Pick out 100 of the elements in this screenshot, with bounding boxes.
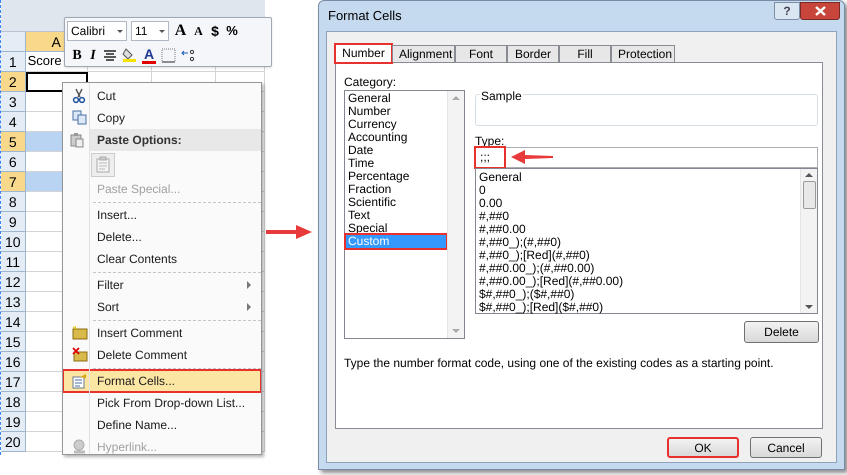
category-item[interactable]: Currency: [346, 118, 446, 131]
menu-item[interactable]: Delete Comment: [63, 344, 261, 366]
row-header[interactable]: 9: [1, 212, 26, 232]
percent-button[interactable]: %: [225, 21, 239, 41]
row-header[interactable]: 15: [1, 332, 26, 352]
scrollbar[interactable]: [800, 169, 817, 313]
description-text: Type the number format code, using one of the existing codes as a starting point.: [344, 355, 774, 372]
arrow: [266, 224, 312, 240]
menu-item[interactable]: Define Name...: [63, 414, 261, 436]
row-header[interactable]: 16: [1, 352, 26, 372]
category-item[interactable]: Percentage: [346, 170, 446, 183]
window-title: Format Cells: [328, 7, 402, 26]
category-label: Category:: [344, 74, 396, 91]
row-header[interactable]: 6: [1, 152, 26, 172]
center-align-icon[interactable]: [103, 48, 117, 62]
format-item[interactable]: #,##0: [479, 210, 800, 223]
format-item[interactable]: #,##0.00_);(#,##0.00): [479, 262, 800, 275]
close-icon[interactable]: [814, 6, 826, 16]
delete-button[interactable]: Delete: [744, 321, 819, 343]
format-item[interactable]: $#,##0_);($#,##0): [479, 288, 800, 301]
row-header[interactable]: 7: [1, 172, 26, 192]
dialog-button[interactable]: OK: [667, 437, 739, 458]
menu-item[interactable]: Delete...: [63, 226, 261, 248]
format-item[interactable]: 0.00: [479, 197, 800, 210]
format-item[interactable]: #,##0_);(#,##0): [479, 236, 800, 249]
menu-item[interactable]: Format Cells...: [63, 370, 261, 392]
tab[interactable]: Number: [335, 44, 392, 63]
row-header[interactable]: 10: [1, 232, 26, 252]
menu-item[interactable]: Cut: [63, 85, 261, 107]
help-button[interactable]: ?: [774, 2, 800, 20]
shrink-font-button[interactable]: A: [192, 22, 205, 40]
category-item[interactable]: Number: [346, 105, 446, 118]
row-header[interactable]: 4: [1, 112, 26, 132]
menu-item[interactable]: Insert Comment: [63, 322, 261, 344]
row-header[interactable]: 14: [1, 312, 26, 332]
format-item[interactable]: #,##0.00_);[Red](#,##0.00): [479, 275, 800, 288]
copy-icon: [72, 110, 88, 126]
format-item[interactable]: 0: [479, 184, 800, 197]
italic-button[interactable]: I: [88, 44, 98, 66]
grow-font-button[interactable]: A: [173, 19, 188, 43]
row-header[interactable]: 19: [1, 412, 26, 432]
scroll-down-icon[interactable]: [805, 305, 813, 309]
row-header[interactable]: 13: [1, 292, 26, 312]
globe-icon: [72, 439, 88, 454]
currency-button[interactable]: $: [209, 20, 221, 42]
document-icon: [72, 373, 88, 389]
menu-item[interactable]: Copy: [63, 107, 261, 129]
category-item[interactable]: Special: [346, 222, 446, 235]
submenu-arrow-icon: [247, 281, 251, 289]
row-header[interactable]: 5: [1, 132, 26, 152]
category-item[interactable]: Time: [346, 157, 446, 170]
scissors-icon: [72, 88, 88, 104]
format-item[interactable]: $#,##0_);[Red]($#,##0): [479, 301, 800, 314]
format-item[interactable]: General: [479, 171, 800, 184]
fill-color-icon[interactable]: [122, 47, 137, 63]
menu-item[interactable]: Filter: [63, 274, 261, 296]
cell-text: Score: [28, 53, 62, 68]
format-item[interactable]: #,##0_);[Red](#,##0): [479, 249, 800, 262]
scroll-up-icon[interactable]: [805, 173, 813, 177]
tab[interactable]: Fill: [559, 45, 611, 62]
font-size-dropdown[interactable]: 11: [131, 21, 169, 41]
category-item[interactable]: Fraction: [346, 183, 446, 196]
category-item[interactable]: General: [346, 92, 446, 105]
category-item[interactable]: Date: [346, 144, 446, 157]
font-dropdown[interactable]: Calibri: [67, 21, 127, 41]
sample-label: Sample: [480, 90, 523, 102]
tab[interactable]: Protection: [611, 45, 675, 62]
paste-option-button[interactable]: [91, 152, 115, 176]
borders-icon[interactable]: [161, 48, 176, 62]
row-header[interactable]: 20: [1, 432, 26, 452]
row-header[interactable]: 17: [1, 372, 26, 392]
decimal-icon[interactable]: [181, 48, 195, 62]
tab[interactable]: Border: [507, 45, 559, 62]
category-item[interactable]: Accounting: [346, 131, 446, 144]
format-item[interactable]: #,##0.00: [479, 223, 800, 236]
row-header[interactable]: 18: [1, 392, 26, 412]
clipboard-icon: [69, 132, 85, 148]
font-color-button[interactable]: A: [142, 46, 156, 64]
row-header[interactable]: 11: [1, 252, 26, 272]
folder-star-icon: [72, 325, 88, 341]
menu-item[interactable]: Pick From Drop-down List...: [63, 392, 261, 414]
category-item[interactable]: Text: [346, 209, 446, 222]
row-header[interactable]: 2: [1, 72, 26, 92]
arrow: [511, 150, 553, 164]
category-item[interactable]: Scientific: [346, 196, 446, 209]
row-header[interactable]: 8: [1, 192, 26, 212]
menu-item[interactable]: Sort: [63, 296, 261, 318]
tab[interactable]: Font: [455, 45, 507, 62]
submenu-arrow-icon: [247, 303, 251, 311]
scroll-thumb[interactable]: [802, 181, 816, 209]
select-all-corner[interactable]: [1, 32, 26, 52]
row-header[interactable]: 12: [1, 272, 26, 292]
clipboard-icon[interactable]: [95, 156, 111, 173]
menu-item[interactable]: Clear Contents: [63, 248, 261, 270]
row-header[interactable]: 1: [1, 52, 26, 72]
row-header[interactable]: 3: [1, 92, 26, 112]
dialog-button[interactable]: Cancel: [750, 437, 822, 458]
tab[interactable]: Alignment: [392, 45, 455, 62]
menu-item[interactable]: Insert...: [63, 204, 261, 226]
close-button[interactable]: [800, 2, 840, 20]
